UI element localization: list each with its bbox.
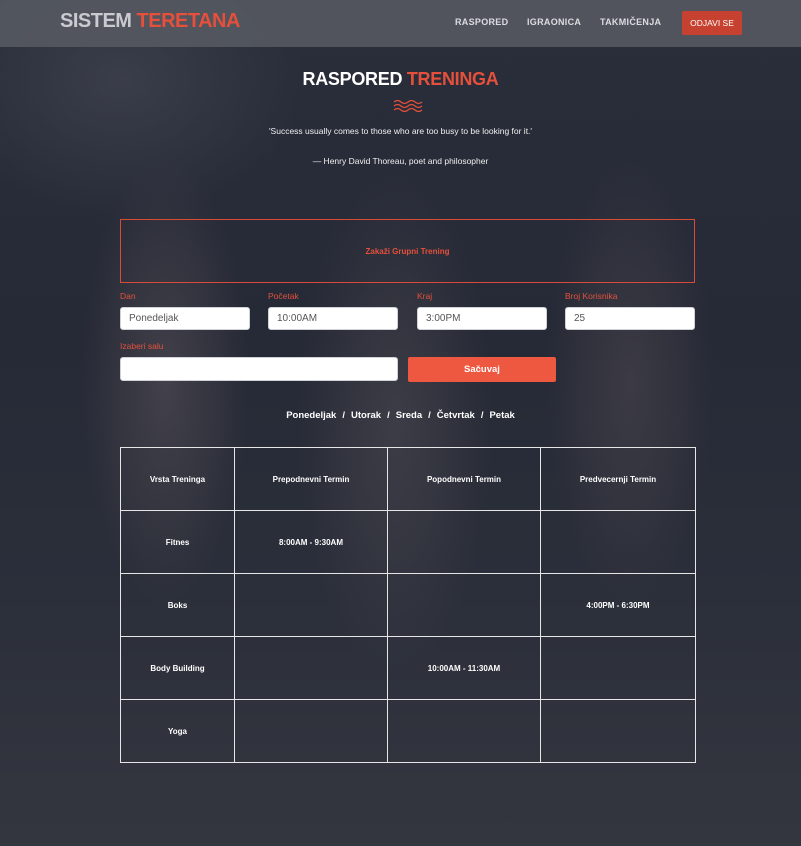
day-tab-petak[interactable]: Petak [489, 410, 514, 421]
column-header: Prepodnevni Termin [234, 447, 388, 511]
navbar: SISTEM TERETANA RASPORED IGRAONICA TAKMI… [0, 0, 801, 47]
training-type-cell: Yoga [120, 699, 235, 763]
table-cell: 4:00PM - 6:30PM [540, 573, 696, 637]
table-row: Boks 4:00PM - 6:30PM [120, 573, 696, 637]
brand-part2: TERETANA [136, 10, 241, 32]
users-count-label: Broj Korisnika [565, 291, 618, 301]
wave-divider-icon [393, 100, 423, 112]
nav-link-raspored[interactable]: RASPORED [455, 17, 508, 27]
logout-button[interactable]: ODJAVI SE [682, 11, 742, 35]
room-select-input[interactable] [120, 357, 398, 381]
table-cell [540, 510, 696, 574]
brand-logo[interactable]: SISTEM TERETANA [60, 10, 240, 33]
table-cell: 8:00AM - 9:30AM [234, 510, 388, 574]
column-header: Popodnevni Termin [387, 447, 541, 511]
column-header: Vrsta Treninga [120, 447, 235, 511]
table-cell [234, 636, 388, 700]
brand-part1: SISTEM [60, 10, 132, 32]
start-time-input[interactable]: 10:00AM [268, 307, 398, 330]
table-header-row: Vrsta Treninga Prepodnevni Termin Popodn… [120, 447, 696, 511]
day-tabs: Ponedeljak / Utorak / Sreda / Četvrtak / Petak [0, 410, 801, 421]
day-tab-ponedeljak[interactable]: Ponedeljak [286, 410, 336, 421]
table-row: Body Building 10:00AM - 11:30AM [120, 636, 696, 700]
training-type-cell: Body Building [120, 636, 235, 700]
day-label: Dan [120, 291, 136, 301]
end-time-input[interactable]: 3:00PM [417, 307, 547, 330]
schedule-table: Vrsta Treninga Prepodnevni Termin Popodn… [120, 447, 696, 763]
day-input[interactable]: Ponedeljak [120, 307, 250, 330]
nav-link-igraonica[interactable]: IGRAONICA [527, 17, 581, 27]
training-type-cell: Boks [120, 573, 235, 637]
training-type-cell: Fitnes [120, 510, 235, 574]
day-separator: / [387, 410, 390, 421]
room-select-label: Izaberi salu [120, 341, 164, 351]
end-label: Kraj [417, 291, 433, 301]
table-cell [387, 699, 541, 763]
table-cell [540, 636, 696, 700]
table-cell [387, 510, 541, 574]
users-count-input[interactable]: 25 [565, 307, 695, 330]
page-title-part2: TRENINGA [406, 69, 499, 89]
nav-link-takmicenja[interactable]: TAKMIČENJA [600, 17, 661, 27]
page-title: RASPORED TRENINGA [0, 69, 801, 90]
quote-text: 'Success usually comes to those who are … [268, 126, 533, 136]
day-separator: / [428, 410, 431, 421]
schedule-group-training-panel[interactable]: Zakaži Grupni Trening [120, 219, 695, 283]
schedule-group-training-label: Zakaži Grupni Trening [365, 246, 450, 256]
table-cell [387, 573, 541, 637]
day-tab-sreda[interactable]: Sreda [396, 410, 422, 421]
save-button[interactable]: Sačuvaj [408, 357, 556, 382]
table-cell [234, 699, 388, 763]
column-header: Predvecernji Termin [540, 447, 696, 511]
start-label: Početak [268, 291, 299, 301]
table-cell [540, 699, 696, 763]
table-cell: 10:00AM - 11:30AM [387, 636, 541, 700]
day-tab-utorak[interactable]: Utorak [351, 410, 381, 421]
table-row: Fitnes 8:00AM - 9:30AM [120, 510, 696, 574]
day-tab-cetvrtak[interactable]: Četvrtak [437, 410, 475, 421]
day-separator: / [480, 410, 484, 421]
quote-author: — Henry David Thoreau, poet and philosop… [312, 156, 489, 166]
day-separator: / [342, 410, 345, 421]
table-cell [234, 573, 388, 637]
page-title-part1: RASPORED [302, 69, 403, 89]
table-row: Yoga [120, 699, 696, 763]
